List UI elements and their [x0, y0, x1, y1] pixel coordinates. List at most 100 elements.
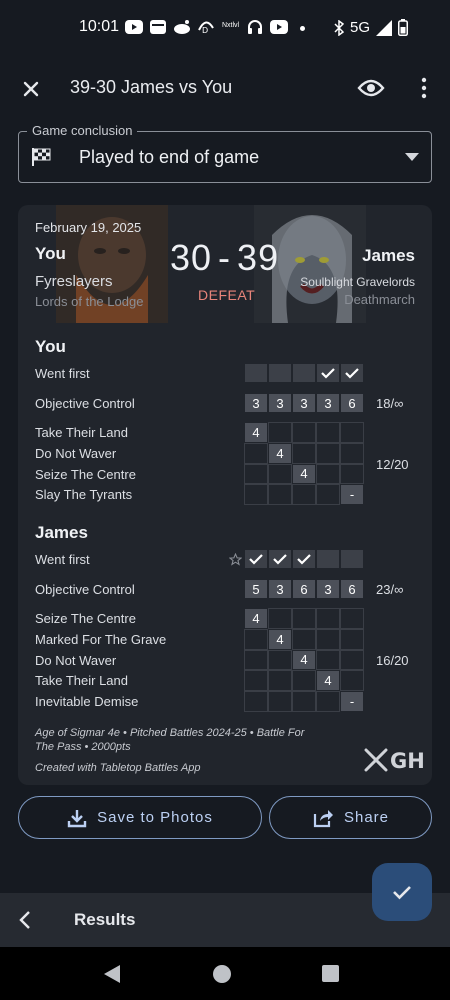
tactic-cell	[316, 422, 340, 443]
signal-icon	[376, 19, 392, 36]
went-first-cell	[340, 549, 364, 569]
right-player-faction: Soulblight Gravelords	[300, 275, 415, 289]
went-first-cell	[316, 363, 340, 383]
game-details-line2: The Pass • 2000pts	[35, 741, 131, 753]
you-went-first-grid	[244, 363, 364, 383]
tactic-cell	[340, 608, 364, 629]
more-vert-icon[interactable]	[414, 76, 434, 100]
status-bar: 10:01 D Nxtlvl 5G	[0, 0, 450, 58]
nav-recents-icon[interactable]	[322, 965, 339, 982]
logo-text: GH	[390, 749, 425, 773]
bottom-bar-title: Results	[74, 910, 136, 929]
tactic-cell	[244, 463, 268, 485]
left-player-faction: Fyreslayers	[35, 273, 113, 290]
game-conclusion-label: Game conclusion	[27, 123, 138, 138]
right-player-subfaction: Deathmarch	[344, 292, 415, 307]
tactic-cell: -	[340, 484, 364, 506]
tactic-cell	[292, 628, 316, 650]
checkered-flag-icon	[32, 148, 51, 166]
tactic-cell	[340, 442, 364, 464]
tactic-cell	[244, 484, 268, 506]
final-score: 30-39	[170, 237, 279, 279]
nav-home-icon[interactable]	[212, 964, 232, 984]
tactic-cell	[244, 670, 268, 692]
tactic-cell	[316, 628, 340, 650]
went-first-cell	[244, 549, 268, 569]
tactic-cell	[292, 691, 316, 712]
objective-cell: 3	[268, 393, 292, 413]
tactic-cell	[292, 670, 316, 692]
objective-cell: 3	[244, 393, 268, 413]
objective-cell: 5	[244, 579, 268, 599]
went-first-cell	[316, 549, 340, 569]
tactic-cell	[316, 484, 340, 506]
james-tactics-grid: 4444-	[244, 608, 364, 712]
tactic-cell	[316, 691, 340, 712]
share-button[interactable]: Share	[269, 796, 432, 839]
nav-back-icon[interactable]	[103, 964, 121, 984]
tactic-cell	[244, 628, 268, 650]
headphones-icon	[248, 20, 262, 34]
tactic-cell: 4	[244, 608, 268, 629]
star-outline-icon	[229, 553, 242, 566]
tactic-cell	[244, 442, 268, 464]
check-icon	[393, 886, 411, 900]
tactic-cell	[268, 670, 292, 692]
game-conclusion-dropdown[interactable]: Game conclusion Played to end of game	[18, 123, 432, 183]
result-badge: DEFEAT	[198, 287, 256, 303]
james-went-first-label: Went first	[35, 552, 90, 567]
eye-icon[interactable]	[357, 76, 385, 100]
tactic-cell	[340, 463, 364, 485]
left-player-name: You	[35, 244, 66, 263]
score-separator: -	[218, 237, 232, 278]
tactic-cell: 4	[292, 649, 316, 671]
wallet-icon	[150, 20, 166, 34]
app-bar: 39-30 James vs You	[0, 60, 450, 116]
save-to-photos-button[interactable]: Save to Photos	[18, 796, 262, 839]
tactic-cell	[316, 463, 340, 485]
went-first-cell	[292, 549, 316, 569]
share-icon	[313, 809, 333, 827]
app-credit: Created with Tabletop Battles App	[35, 762, 201, 774]
tactic-cell: 4	[316, 670, 340, 692]
tactic-cell	[292, 608, 316, 629]
objective-cell: 6	[340, 579, 364, 599]
you-objective-total: 18/∞	[376, 396, 404, 411]
tactic-cell	[244, 691, 268, 712]
tactic-cell	[340, 422, 364, 443]
tactic-cell	[316, 442, 340, 464]
left-player-subfaction: Lords of the Lodge	[35, 294, 144, 309]
dot-icon	[300, 26, 305, 31]
status-right: 5G	[334, 19, 408, 36]
score-right: 39	[237, 237, 280, 278]
close-icon[interactable]	[18, 76, 44, 102]
confirm-fab[interactable]	[372, 863, 432, 921]
james-went-first-grid	[244, 549, 364, 569]
back-chevron-icon[interactable]	[17, 909, 33, 931]
reddit-icon	[174, 20, 190, 34]
battery-icon	[398, 19, 408, 36]
objective-cell: 3	[316, 393, 340, 413]
status-time: 10:01	[79, 18, 120, 35]
app-logo: GH	[364, 748, 425, 779]
went-first-cell	[244, 363, 268, 383]
tactic-cell	[340, 628, 364, 650]
app-icon: Nxtlvl	[222, 22, 240, 29]
tactic-cell: -	[340, 691, 364, 712]
tactic-label: Do Not Waver	[35, 652, 117, 668]
you-tactics-total: 12/20	[376, 457, 409, 472]
tactic-label: Seize The Centre	[35, 466, 136, 482]
tactic-cell	[268, 463, 292, 485]
tactic-cell	[340, 649, 364, 671]
went-first-cell	[292, 363, 316, 383]
save-to-photos-label: Save to Photos	[97, 809, 213, 826]
tactic-label: Inevitable Demise	[35, 694, 139, 710]
game-date: February 19, 2025	[35, 220, 142, 235]
right-player-name: James	[362, 246, 415, 265]
tactic-cell	[292, 442, 316, 464]
game-details-line1: Age of Sigmar 4e • Pitched Battles 2024-…	[35, 727, 305, 739]
tactic-cell	[316, 608, 340, 629]
chevron-down-icon	[405, 153, 419, 161]
objective-cell: 3	[268, 579, 292, 599]
you-section-heading: You	[35, 337, 66, 356]
